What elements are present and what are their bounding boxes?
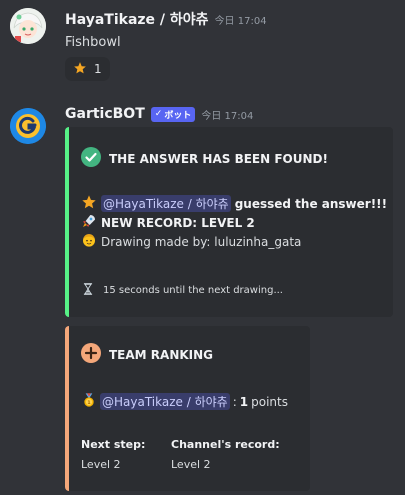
check-icon: ✓ — [154, 109, 163, 119]
field-next-step-name: Next step: — [81, 438, 146, 451]
ranking-line: 1 @HayaTikaze / 하야츄 : 1 points — [81, 392, 288, 411]
hourglass-icon — [81, 282, 95, 299]
user-mention[interactable]: @HayaTikaze / 하야츄 — [100, 393, 230, 410]
embed-title: TEAM RANKING — [81, 343, 213, 366]
colon: : — [232, 394, 237, 409]
gold-medal-icon: 1 — [81, 392, 97, 411]
person-icon — [81, 232, 97, 251]
rocket-icon — [81, 213, 97, 232]
record-text: NEW RECORD: LEVEL 2 — [101, 215, 255, 230]
avatar[interactable] — [10, 108, 46, 144]
timestamp: 今日 17:04 — [201, 110, 254, 122]
next-drawing-line: 15 seconds until the next drawing... — [81, 282, 283, 299]
star-icon — [81, 194, 97, 213]
field-next-step-value: Level 2 — [81, 458, 121, 471]
username[interactable]: HayaTikaze / 하야츄 — [65, 9, 209, 29]
svg-text:1: 1 — [87, 400, 90, 406]
embed-team-ranking: TEAM RANKING 1 @HayaTikaze / 하야츄 : 1 poi… — [65, 326, 310, 491]
guessed-line: @HayaTikaze / 하야츄 guessed the answer!!! — [81, 194, 387, 213]
points-value: 1 — [239, 394, 249, 409]
message-hayatikaze: HayaTikaze / 하야츄 今日 17:04 Fishbowl 1 — [0, 0, 405, 90]
embed-answer-found: THE ANSWER HAS BEEN FOUND! @HayaTikaze /… — [65, 127, 393, 317]
check-circle-icon — [81, 147, 101, 170]
star-icon — [73, 61, 87, 78]
drawing-line: Drawing made by: luluzinha_gata — [81, 232, 301, 251]
username[interactable]: GarticBOT — [65, 106, 145, 122]
drawing-text: Drawing made by: luluzinha_gata — [101, 234, 302, 249]
points-label: points — [251, 394, 288, 409]
record-line: NEW RECORD: LEVEL 2 — [81, 213, 255, 232]
bot-tag: ✓ ボット — [150, 106, 196, 122]
embed-accent-bar — [65, 326, 69, 491]
field-channel-record-name: Channel's record: — [171, 438, 280, 451]
timestamp: 今日 17:04 — [214, 15, 267, 27]
plus-circle-icon — [81, 343, 101, 366]
reaction-star[interactable]: 1 — [65, 57, 110, 81]
next-drawing-text: 15 seconds until the next drawing... — [103, 285, 283, 296]
field-channel-record-value: Level 2 — [171, 458, 211, 471]
avatar[interactable] — [10, 8, 46, 44]
message-text: Fishbowl — [65, 35, 121, 50]
embed-accent-bar — [65, 127, 69, 317]
embed-title: THE ANSWER HAS BEEN FOUND! — [81, 147, 328, 170]
guessed-text: guessed the answer!!! — [234, 196, 388, 211]
user-mention[interactable]: @HayaTikaze / 하야츄 — [101, 195, 231, 212]
reaction-count: 1 — [94, 62, 102, 76]
message-garticbot: GarticBOT ✓ ボット 今日 17:04 THE ANSWER HAS … — [0, 96, 405, 495]
